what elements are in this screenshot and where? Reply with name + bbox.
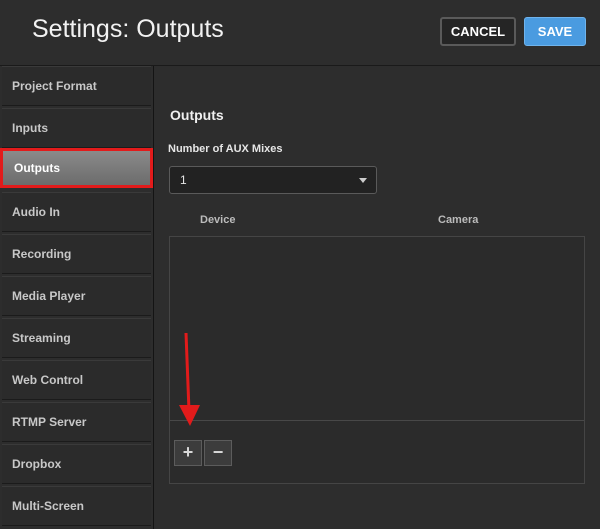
arrow-shaft (184, 332, 191, 412)
arrow-head (179, 405, 200, 426)
annotation-arrow (179, 332, 200, 426)
